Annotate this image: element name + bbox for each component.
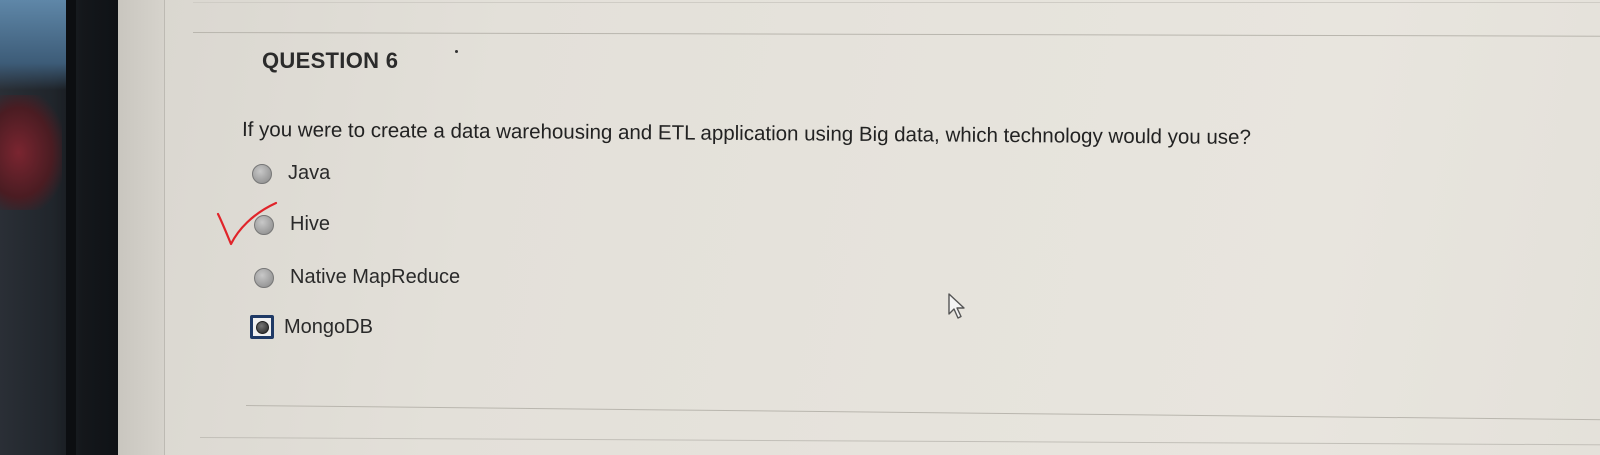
screen-speck [455,50,458,53]
option-mongodb[interactable]: MongoDB [250,315,373,339]
monitor-bezel [0,0,118,455]
screen-glare [0,0,66,90]
mouse-cursor-icon [948,293,965,319]
divider-bottom-outer [199,437,1600,446]
divider-top [192,32,1600,37]
radio-button-native-mapreduce[interactable] [254,267,274,288]
option-java[interactable]: Java [252,162,330,185]
option-label-hive: Hive [290,213,331,235]
background-object [0,95,62,210]
radio-button-java[interactable] [252,163,272,184]
divider-top-outer [193,2,1600,3]
radio-button-mongodb-selected[interactable] [250,315,274,339]
radio-selected-dot [255,320,269,334]
bezel-edge [66,0,76,455]
divider-bottom [245,405,1600,421]
option-native-mapreduce[interactable]: Native MapReduce [254,266,460,289]
option-label-mongodb: MongoDB [284,315,373,338]
option-label-java: Java [288,162,331,184]
option-label-native-mapreduce: Native MapReduce [290,266,461,288]
page-left-margin [118,0,165,455]
handwritten-checkmark-icon [216,201,278,246]
question-title: QUESTION 6 [262,48,399,73]
